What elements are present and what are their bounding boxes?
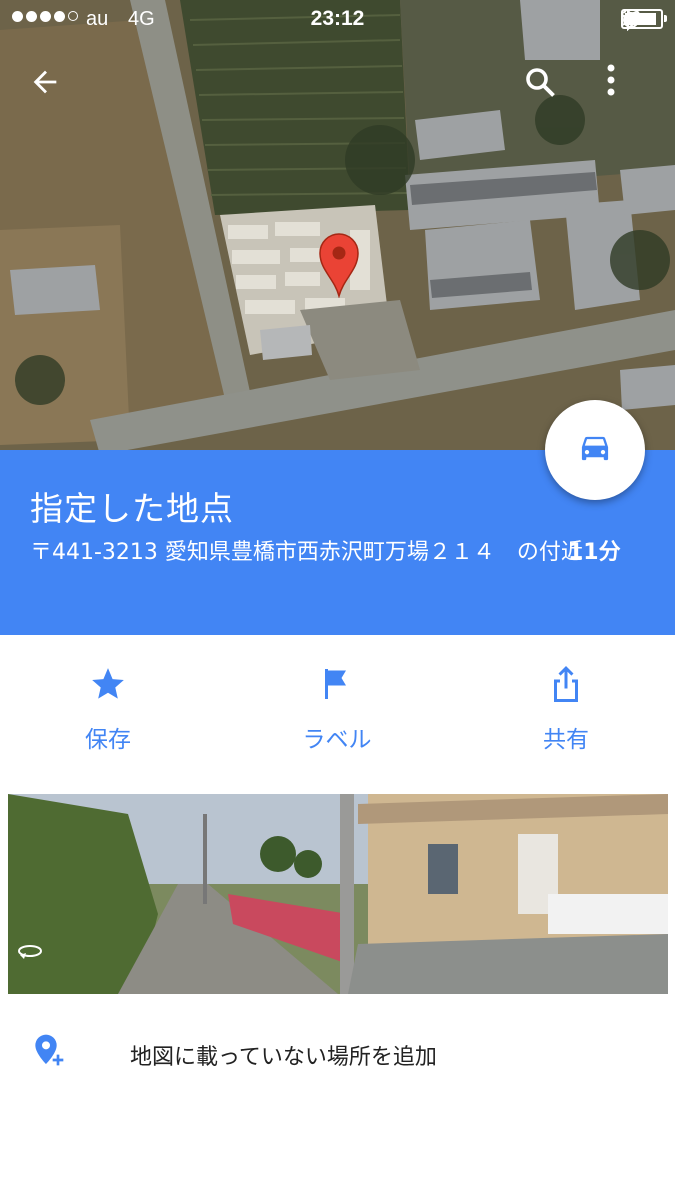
- add-location-icon: [35, 1034, 64, 1066]
- add-missing-place[interactable]: 地図に載っていない場所を追加: [0, 1015, 675, 1095]
- share-icon: [554, 666, 578, 702]
- star-icon: [92, 668, 124, 699]
- save-label: 保存: [85, 727, 131, 753]
- action-row: 保存 ラベル 共有: [0, 650, 675, 770]
- back-button[interactable]: [28, 65, 72, 109]
- travel-time: 11分: [568, 540, 621, 565]
- status-bar: au 4G 23:12: [0, 0, 675, 38]
- battery-icon: [621, 9, 667, 29]
- directions-button[interactable]: [545, 400, 645, 500]
- clock: 23:12: [310, 7, 365, 30]
- more-options-button[interactable]: [606, 64, 642, 110]
- search-icon: [526, 68, 555, 97]
- share-label: 共有: [543, 727, 589, 753]
- search-button[interactable]: [522, 64, 568, 110]
- share-button[interactable]: 共有: [476, 662, 656, 754]
- car-icon: [581, 436, 609, 461]
- satellite-map[interactable]: au 4G 23:12: [0, 0, 675, 450]
- place-title: 指定した地点: [30, 489, 234, 528]
- more-vert-icon: [607, 64, 615, 96]
- street-view-thumbnail[interactable]: [8, 794, 668, 994]
- arrow-left-icon: [33, 70, 57, 94]
- flag-icon: [325, 669, 346, 699]
- add-place-label: 地図に載っていない場所を追加: [130, 1045, 437, 1070]
- place-address: 〒441-3213 愛知県豊橋市西赤沢町万場２１４ の付近: [30, 540, 583, 565]
- street-view-image: [8, 794, 668, 994]
- label-label: ラベル: [302, 727, 372, 753]
- label-button[interactable]: ラベル: [247, 662, 427, 754]
- place-address-line: 〒441-3213 愛知県豊橋市西赤沢町万場２１４ の付近: [30, 538, 640, 568]
- satellite-imagery: [0, 0, 675, 450]
- save-button[interactable]: 保存: [18, 662, 198, 754]
- rotate-360-icon: [18, 945, 42, 959]
- map-pin-icon[interactable]: [318, 232, 360, 298]
